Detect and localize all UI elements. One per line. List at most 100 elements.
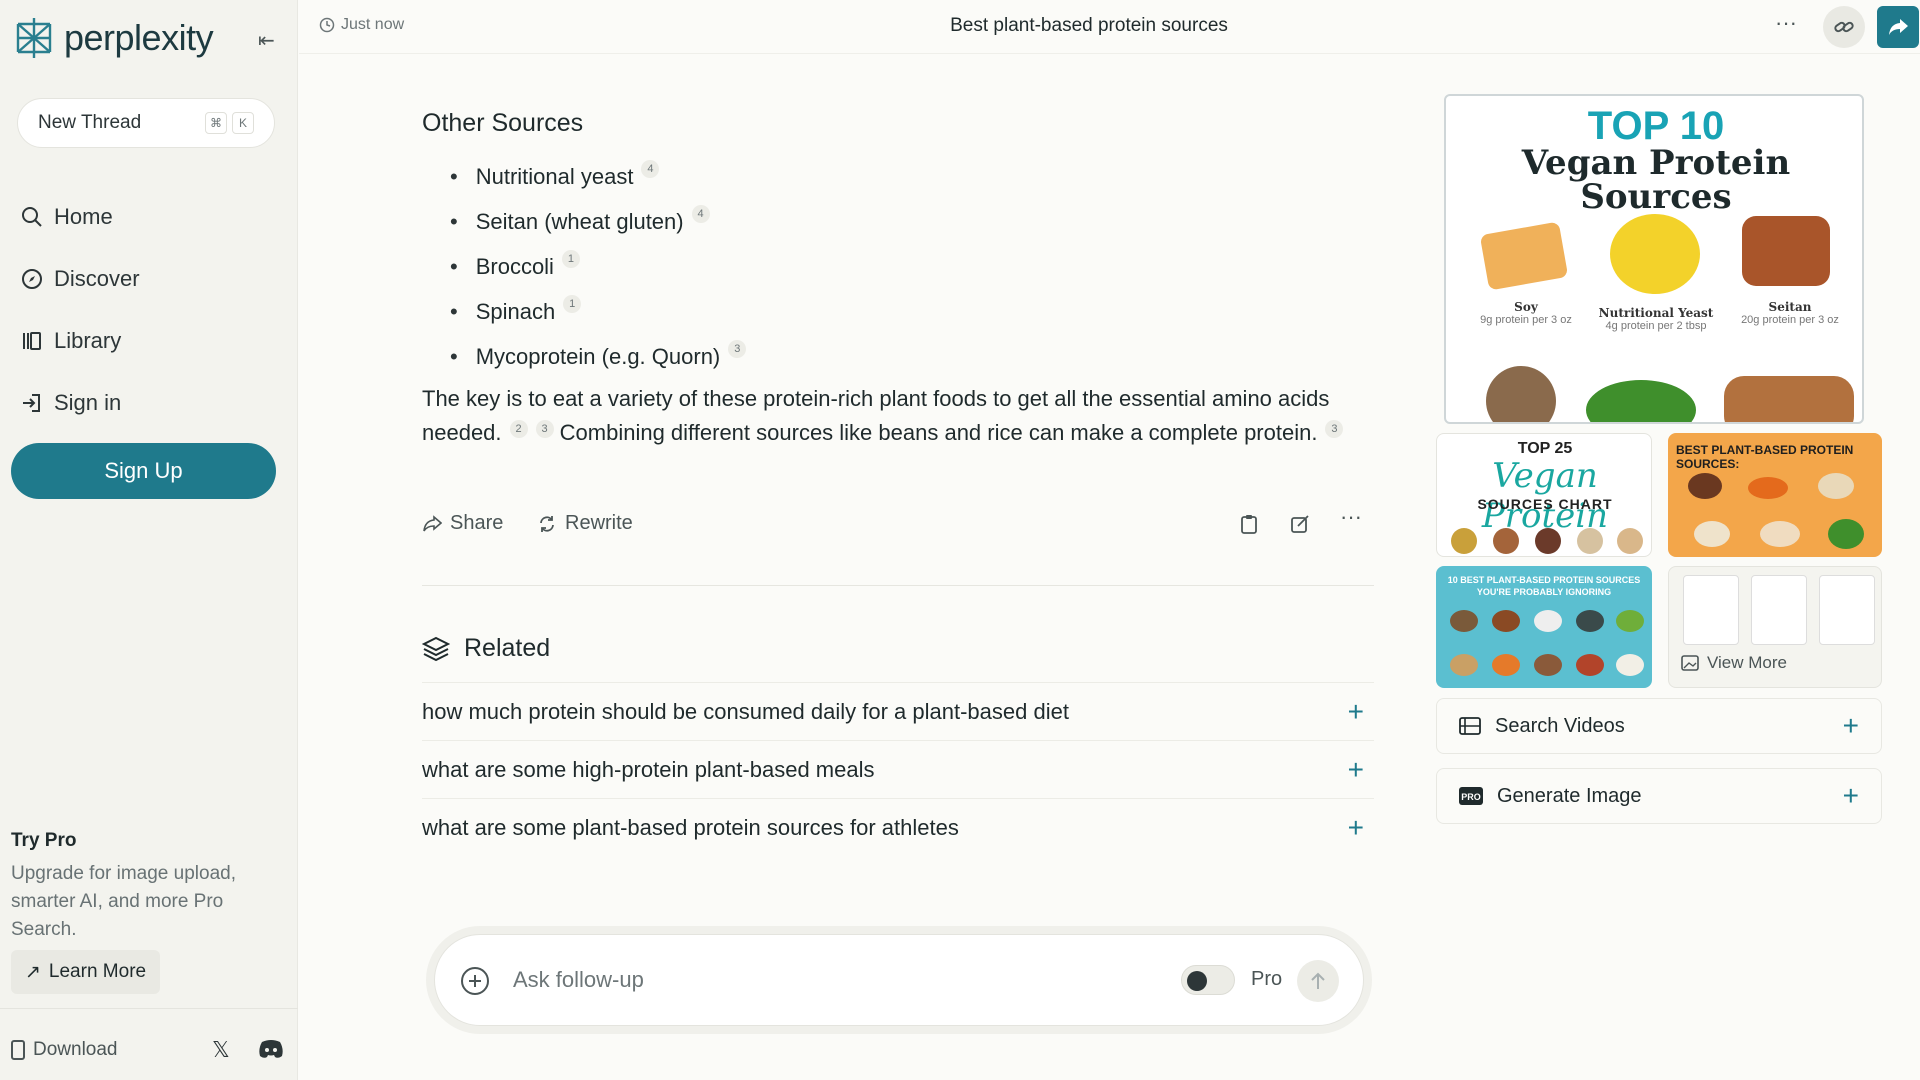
sidebar-item-home[interactable]: Home (20, 186, 140, 248)
related-question[interactable]: how much protein should be consumed dail… (422, 682, 1374, 740)
sidebar: perplexity ⇤ New Thread ⌘ K Home Discove… (0, 0, 298, 1080)
citation-badge[interactable]: 1 (561, 249, 580, 268)
clipboard-icon[interactable] (1240, 514, 1258, 534)
logo[interactable]: perplexity (14, 16, 214, 60)
food-dot (1493, 528, 1519, 554)
food-dot (1576, 654, 1604, 676)
learn-more-label: Learn More (48, 961, 147, 982)
hero-subtitle: Vegan Protein Sources (1521, 143, 1791, 217)
citation-badge[interactable]: 4 (691, 204, 710, 223)
sidebar-item-library[interactable]: Library (20, 310, 140, 372)
plus-icon[interactable]: + (1348, 754, 1364, 786)
sources-list: Nutritional yeast 4 Seitan (wheat gluten)… (450, 154, 747, 379)
layers-icon (422, 636, 450, 661)
food-dot (1492, 610, 1520, 632)
toggle-knob (1187, 971, 1207, 991)
copy-link-button[interactable] (1823, 6, 1865, 48)
related-question-text: what are some high-protein plant-based m… (422, 756, 875, 782)
sidebar-item-discover[interactable]: Discover (20, 248, 140, 310)
related-title: Related (464, 634, 551, 662)
plus-icon[interactable]: + (1348, 696, 1364, 728)
citation-badge[interactable]: 3 (728, 339, 747, 358)
citation-badge[interactable]: 3 (535, 420, 554, 438)
download-label: Download (33, 1039, 118, 1060)
learn-more-button[interactable]: ↗ Learn More (11, 950, 161, 994)
ask-follow-up-bar: Ask follow-up Pro (434, 934, 1364, 1026)
citation-badge[interactable]: 2 (509, 420, 528, 438)
discord-icon[interactable] (258, 1039, 284, 1059)
view-more-images[interactable]: View More (1668, 566, 1882, 688)
thumb-text: BEST PLANT-BASED PROTEIN SOURCES: (1676, 443, 1854, 471)
collapse-sidebar-icon[interactable]: ⇤ (258, 28, 275, 53)
image-probably-ignoring[interactable]: 10 BEST PLANT-BASED PROTEIN SOURCES YOU'… (1436, 566, 1652, 688)
paragraph-text: Combining different sources like beans a… (559, 420, 1318, 445)
share-icon (423, 514, 442, 531)
image-best-plant-based-sources[interactable]: BEST PLANT-BASED PROTEIN SOURCES: (1668, 433, 1882, 557)
view-more-label: View More (1707, 653, 1787, 672)
x-twitter-icon[interactable]: 𝕏 (212, 1037, 230, 1063)
related-question[interactable]: what are some high-protein plant-based m… (422, 740, 1374, 798)
arrow-up-icon (1311, 972, 1325, 989)
search-videos-label: Search Videos (1495, 714, 1625, 737)
arrow-up-right-icon: ↗ (25, 961, 41, 983)
citation-badge[interactable]: 4 (641, 159, 660, 178)
mini-thumb (1819, 575, 1875, 645)
more-options-icon[interactable]: ··· (1775, 10, 1797, 36)
add-attachment-icon[interactable] (459, 965, 491, 997)
share-button[interactable]: Share (422, 512, 503, 535)
sidebar-item-label: Sign in (54, 390, 122, 415)
pro-toggle[interactable] (1181, 965, 1235, 995)
share-arrow-icon (1889, 19, 1908, 35)
ask-follow-up-input[interactable]: Ask follow-up (513, 967, 644, 993)
seitan-illustration (1742, 216, 1830, 286)
food-dot (1694, 521, 1730, 547)
new-thread-button[interactable]: New Thread ⌘ K (17, 98, 275, 148)
rewrite-button[interactable]: Rewrite (537, 512, 633, 535)
view-more-button[interactable]: View More (1681, 653, 1787, 673)
yeast-illustration (1610, 214, 1700, 294)
sidebar-item-sign-in[interactable]: Sign in (20, 372, 140, 434)
share-thread-button[interactable] (1877, 6, 1919, 48)
food-dot (1616, 610, 1644, 632)
top-bar: Just now Best plant-based protein source… (299, 0, 1920, 54)
list-item: Seitan (wheat gluten) 4 (450, 199, 746, 244)
sign-up-button[interactable]: Sign Up (11, 443, 276, 499)
food-dot (1534, 654, 1562, 676)
perplexity-logo-icon (16, 18, 52, 58)
food-dot (1492, 654, 1520, 676)
image-top-10-vegan-protein[interactable]: TOP 10 Vegan Protein Sources Soy 9g prot… (1444, 94, 1864, 424)
image-top-25-chart[interactable]: TOP 25 Vegan Protein SOURCES CHART (1436, 433, 1652, 557)
food-name: Seitan (1768, 300, 1812, 314)
food-dot (1616, 654, 1644, 676)
search-videos-button[interactable]: Search Videos + (1436, 698, 1882, 754)
list-item-text: Broccoli (475, 253, 554, 279)
shortcut-hint: ⌘ K (205, 112, 254, 134)
food-label-yeast: Nutritional Yeast 4g protein per 2 tbsp (1596, 306, 1716, 332)
edit-icon[interactable] (1290, 514, 1310, 534)
citation-badge[interactable]: 3 (1325, 420, 1344, 438)
food-name: Soy (1514, 300, 1538, 314)
mini-thumb (1683, 575, 1739, 645)
sidebar-footer: Download 𝕏 (0, 1008, 298, 1080)
app: perplexity ⇤ New Thread ⌘ K Home Discove… (0, 0, 1920, 1080)
film-icon (1459, 717, 1481, 735)
try-pro-title: Try Pro (11, 830, 77, 851)
related-question-text: what are some plant-based protein source… (422, 814, 959, 840)
link-icon (1834, 21, 1854, 33)
k-key: K (232, 112, 254, 134)
related-question[interactable]: what are some plant-based protein source… (422, 798, 1374, 856)
generate-image-button[interactable]: PRO Generate Image + (1436, 768, 1882, 824)
food-dot (1688, 473, 1722, 499)
download-button[interactable]: Download (11, 1039, 118, 1061)
answer-paragraph: The key is to eat a variety of these pro… (422, 382, 1374, 450)
sidebar-nav: Home Discover Library Sign in (20, 186, 140, 434)
send-button[interactable] (1297, 960, 1339, 1002)
list-item-text: Mycoprotein (e.g. Quorn) (475, 343, 721, 369)
answer-more-icon[interactable]: ··· (1340, 504, 1362, 530)
tofu-illustration (1479, 221, 1569, 291)
library-icon (23, 332, 41, 350)
food-sub: 4g protein per 2 tbsp (1605, 320, 1707, 332)
citation-badge[interactable]: 1 (563, 294, 582, 313)
plus-icon[interactable]: + (1348, 812, 1364, 844)
seeds-illustration (1486, 366, 1556, 422)
